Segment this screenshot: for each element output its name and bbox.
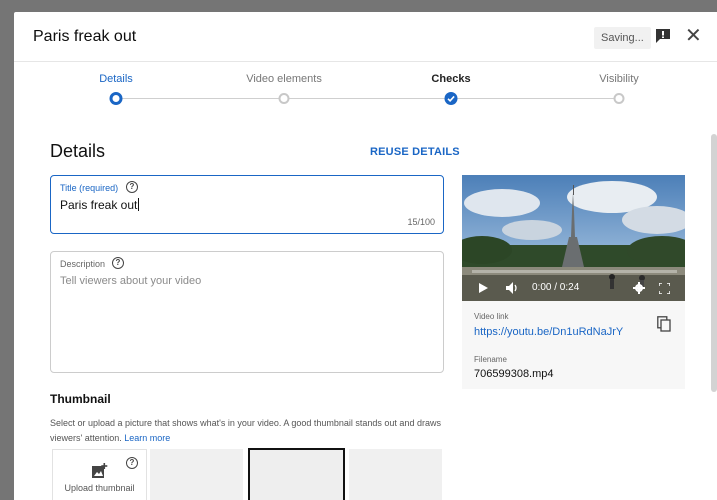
- filename-label: Filename: [474, 355, 507, 364]
- dialog-scrollbar[interactable]: [711, 134, 717, 392]
- video-player[interactable]: 0:00 / 0:24: [462, 175, 685, 301]
- step-checks-dot[interactable]: [444, 92, 458, 105]
- video-progress-track[interactable]: [472, 270, 677, 273]
- copy-icon[interactable]: [657, 316, 671, 332]
- close-icon[interactable]: ✕: [685, 25, 702, 47]
- video-time: 0:00 / 0:24: [532, 282, 580, 293]
- auto-thumbnail-2[interactable]: [248, 448, 345, 500]
- thumbnail-heading: Thumbnail: [50, 392, 111, 406]
- description-field-label: Description: [60, 259, 106, 269]
- play-icon[interactable]: [479, 283, 488, 293]
- stepper-line: [116, 98, 284, 99]
- help-icon[interactable]: ?: [112, 257, 124, 269]
- title-field-label: Title (required): [60, 183, 119, 193]
- upload-thumbnail-label: Upload thumbnail: [64, 483, 135, 493]
- step-visibility-dot[interactable]: [613, 93, 625, 104]
- video-link-label: Video link: [474, 312, 509, 321]
- video-link[interactable]: https://youtu.be/Dn1uRdNaJrY: [474, 326, 623, 338]
- step-details-label[interactable]: Details: [99, 73, 133, 85]
- title-text: Paris freak out: [60, 198, 138, 212]
- step-visibility-label[interactable]: Visibility: [599, 73, 639, 85]
- help-icon[interactable]: ?: [126, 181, 138, 193]
- dialog-title: Paris freak out: [33, 28, 137, 45]
- reuse-details-button[interactable]: REUSE DETAILS: [370, 146, 460, 158]
- thumbnail-description: Select or upload a picture that shows wh…: [50, 416, 450, 446]
- title-field-value[interactable]: Paris freak out: [60, 198, 140, 212]
- add-image-icon: [92, 463, 108, 478]
- step-details-dot[interactable]: [109, 92, 123, 105]
- description-field[interactable]: Description ? Tell viewers about your vi…: [50, 251, 444, 373]
- auto-thumbnail-3[interactable]: [349, 449, 442, 500]
- volume-icon[interactable]: [506, 282, 519, 294]
- settings-gear-icon[interactable]: [633, 282, 645, 294]
- section-title: Details: [50, 141, 106, 161]
- dialog-header: Paris freak out Saving... ✕: [14, 12, 717, 62]
- stepper-line: [284, 98, 451, 99]
- upload-thumbnail-button[interactable]: ? Upload thumbnail: [52, 449, 147, 500]
- check-icon: [447, 95, 455, 102]
- stepper-line: [451, 98, 619, 99]
- video-controls: 0:00 / 0:24: [462, 275, 685, 301]
- upload-dialog: Paris freak out Saving... ✕ Details Vide…: [14, 12, 717, 500]
- description-placeholder[interactable]: Tell viewers about your video: [60, 275, 201, 287]
- learn-more-link[interactable]: Learn more: [124, 433, 170, 443]
- step-video-elements-dot[interactable]: [278, 93, 290, 104]
- filename-value: 706599308.mp4: [474, 368, 554, 380]
- title-char-counter: 15/100: [407, 217, 435, 227]
- feedback-icon[interactable]: [655, 29, 671, 43]
- thumbnail-description-text: Select or upload a picture that shows wh…: [50, 418, 441, 443]
- saving-badge: Saving...: [594, 27, 651, 49]
- auto-thumbnail-1[interactable]: [150, 449, 243, 500]
- title-field[interactable]: Title (required) ? Paris freak out 15/10…: [50, 175, 444, 234]
- help-icon[interactable]: ?: [126, 457, 138, 469]
- step-video-elements-label[interactable]: Video elements: [246, 73, 322, 85]
- text-caret: [138, 198, 140, 211]
- fullscreen-icon[interactable]: [659, 283, 670, 294]
- video-preview-card: 0:00 / 0:24 Video link https://youtu.be/…: [462, 175, 685, 389]
- details-content: Details REUSE DETAILS Title (required) ?…: [14, 124, 717, 500]
- upload-stepper: Details Video elements Checks Visibility: [14, 62, 717, 124]
- step-checks-label[interactable]: Checks: [431, 73, 470, 85]
